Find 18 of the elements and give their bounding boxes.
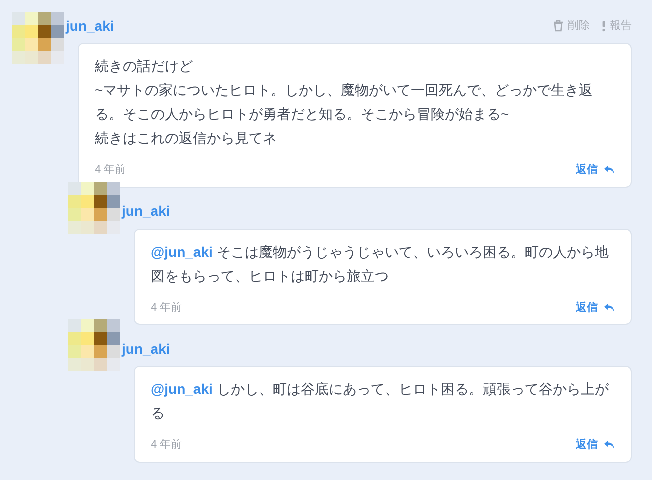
comment-text: @jun_aki そこは魔物がうじゃうじゃいて、いろいろ困る。町の人から地図をもらって、ヒロトは町から旅立つ — [151, 242, 610, 286]
mention-link[interactable]: @jun_aki — [151, 244, 213, 260]
comment-text: ~マサトの家についたヒロト。しかし、魔物がいて一回死んで、どっかで生き返る。そこの人からヒロトが勇者だと知る。そこから冒険が始まる~ — [95, 81, 594, 124]
comment-text: @jun_aki しかし、町は谷底にあって、ヒロト困る。頑張って谷から上がる — [151, 380, 610, 423]
timestamp: 4 年前 — [151, 300, 182, 316]
report-button[interactable]: 報告 — [602, 18, 632, 34]
comment-text: 続きはこれの返信から見てネ — [95, 129, 278, 148]
username-link[interactable]: jun_aki — [122, 338, 170, 360]
reply-button[interactable]: 返信 — [576, 162, 615, 178]
reply-button[interactable]: 返信 — [576, 300, 615, 316]
timestamp: 4 年前 — [151, 438, 182, 453]
comment-text: 続きの話だけど — [95, 57, 194, 76]
timestamp: 4 年前 — [95, 163, 126, 178]
delete-button[interactable]: 削除 — [553, 18, 590, 34]
reply-button[interactable]: 返信 — [576, 437, 615, 454]
mention-link[interactable]: @jun_aki — [151, 381, 213, 397]
username-link[interactable]: jun_aki — [66, 16, 114, 36]
username-link[interactable]: jun_aki — [122, 201, 170, 222]
